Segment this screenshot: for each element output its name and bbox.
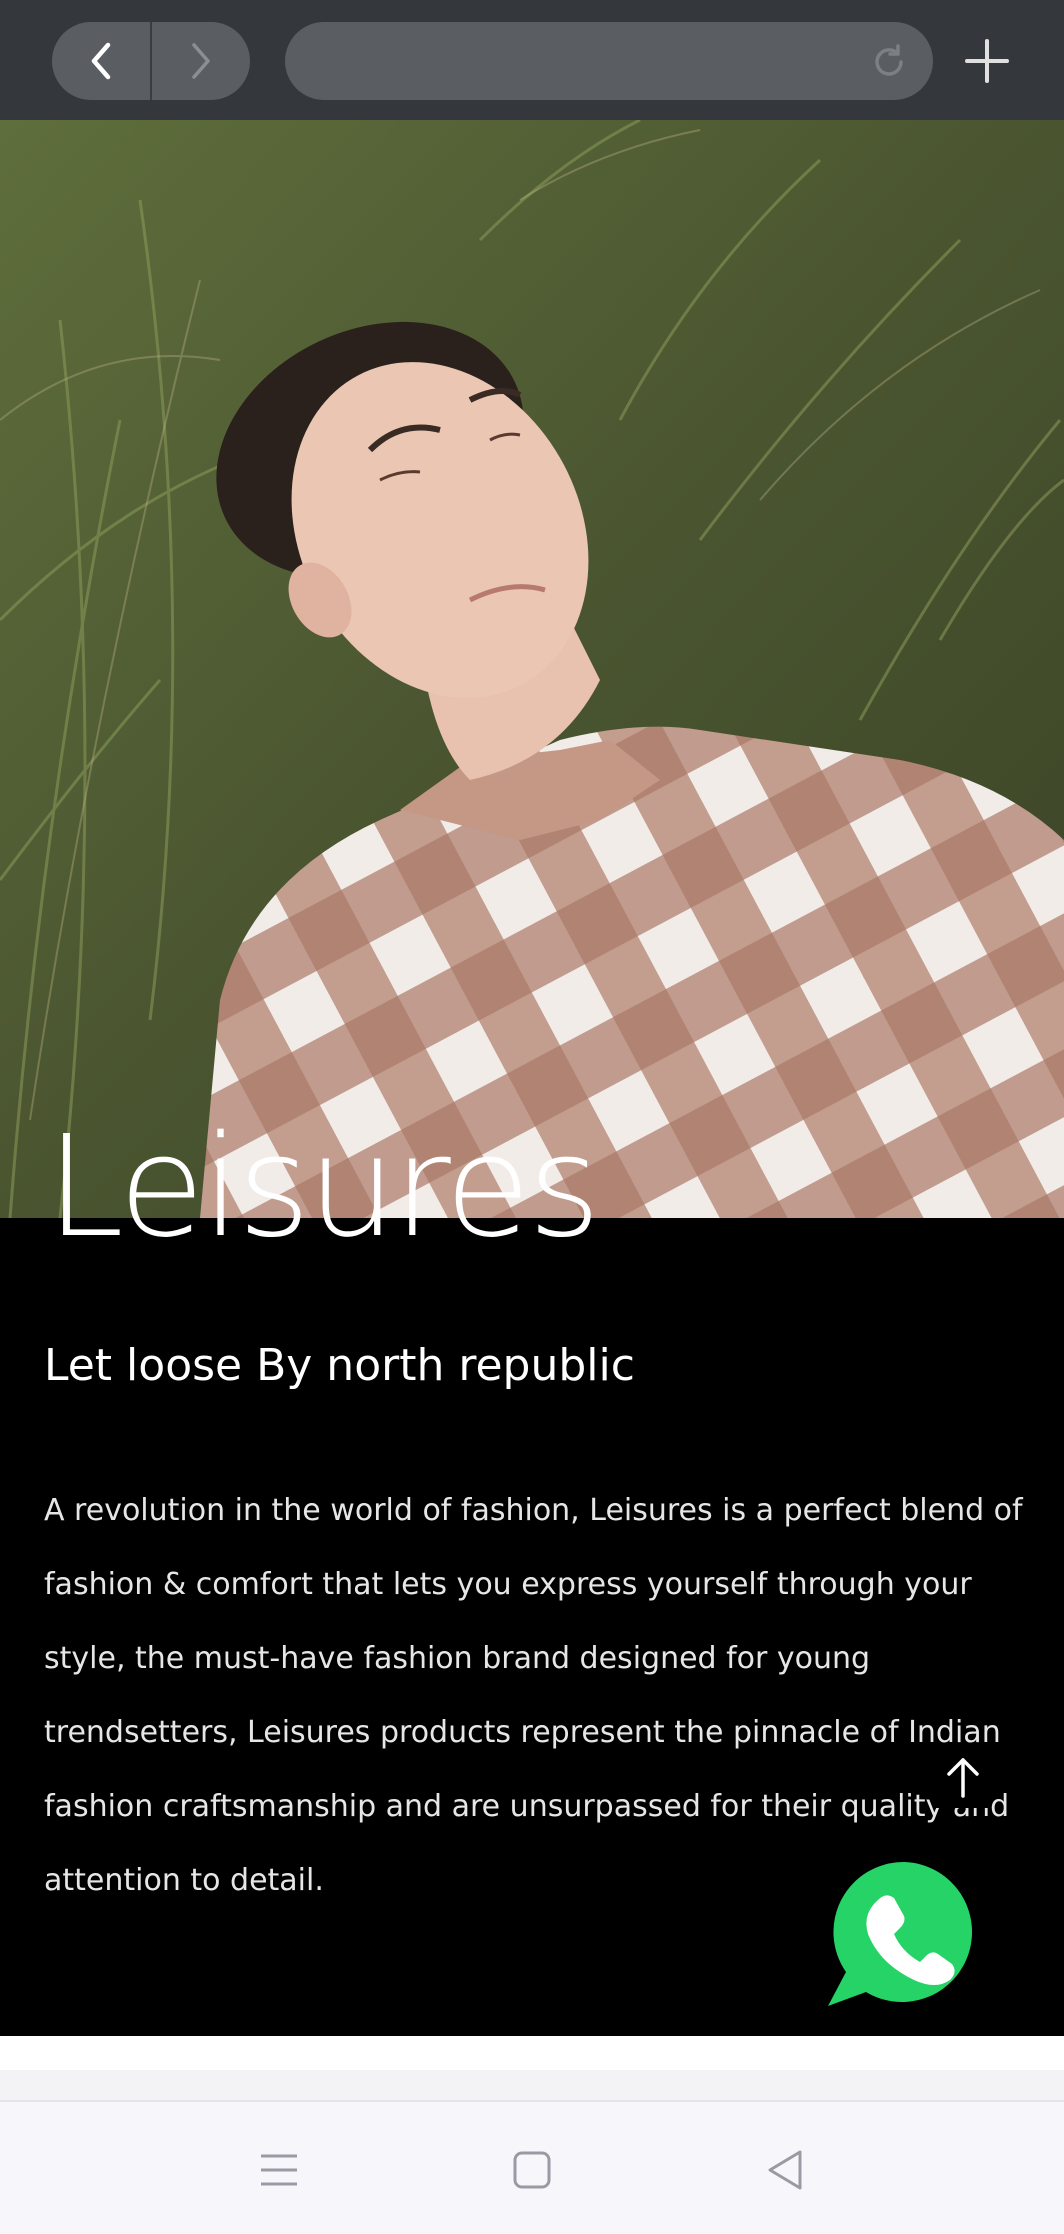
brand-description: A revolution in the world of fashion, Le…: [44, 1493, 1023, 1898]
back-icon: [91, 42, 111, 80]
url-input[interactable]: [309, 32, 873, 92]
page-footer-strip: [0, 2036, 1064, 2070]
hero-photo: [0, 120, 1064, 1218]
whatsapp-chat-button[interactable]: [826, 1856, 978, 2012]
browser-toolbar: [0, 0, 1064, 120]
address-bar[interactable]: [285, 22, 933, 100]
hero-image: [0, 120, 1064, 1218]
home-button[interactable]: [508, 2146, 556, 2194]
forward-icon: [192, 43, 210, 79]
reload-icon[interactable]: [867, 40, 911, 84]
arrow-up-icon: [947, 1758, 979, 1798]
system-navigation-bar: [0, 2100, 1064, 2234]
brand-title: Leisures: [46, 1106, 601, 1269]
back-triangle-icon: [768, 2150, 802, 2190]
recent-apps-button[interactable]: [255, 2146, 303, 2194]
plus-icon[interactable]: [962, 36, 1012, 86]
menu-icon: [261, 2154, 297, 2186]
whatsapp-icon: [828, 1861, 973, 2006]
history-nav-group: [52, 22, 250, 100]
back-button[interactable]: [52, 22, 150, 100]
home-icon: [513, 2151, 551, 2189]
back-nav-button[interactable]: [762, 2146, 810, 2194]
page-bottom-edge: [0, 2070, 1064, 2100]
brand-tagline: Let loose By north republic: [44, 1340, 635, 1391]
scroll-to-top-button[interactable]: [936, 1748, 990, 1808]
forward-button[interactable]: [152, 22, 250, 100]
